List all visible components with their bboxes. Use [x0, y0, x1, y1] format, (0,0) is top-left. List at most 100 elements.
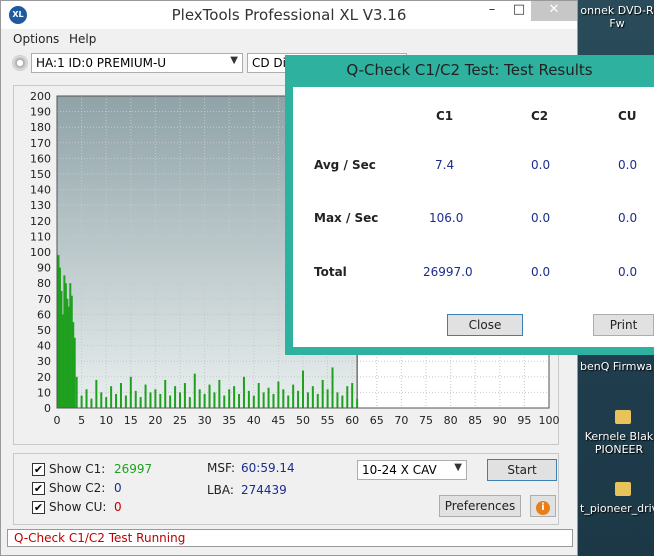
- start-button[interactable]: Start: [487, 459, 557, 481]
- y-tick-label: 150: [30, 168, 51, 181]
- c1-bar: [85, 389, 88, 408]
- desktop-item-dvd-fw[interactable]: onnek DVD-R Fw: [580, 4, 654, 30]
- y-tick-label: 120: [30, 215, 51, 228]
- close-window-button[interactable]: ✕: [531, 1, 577, 21]
- c1-bar: [75, 376, 78, 408]
- c1-bar: [272, 393, 275, 408]
- x-tick-label: 40: [247, 414, 261, 427]
- info-icon: i: [536, 501, 550, 515]
- c1-bar: [124, 395, 127, 408]
- avg-cu-value: 0.0: [618, 158, 638, 172]
- lba-value: 274439: [241, 483, 287, 497]
- y-tick-label: 180: [30, 121, 51, 134]
- dialog-title[interactable]: Q-Check C1/C2 Test: Test Results: [285, 61, 654, 79]
- c1-bar: [80, 395, 83, 408]
- c1-bar: [95, 379, 98, 408]
- c1-bar: [188, 397, 191, 408]
- x-tick-label: 60: [345, 414, 359, 427]
- c1-bar: [238, 393, 241, 408]
- header-c1: C1: [436, 109, 454, 123]
- menu-help[interactable]: Help: [69, 32, 96, 46]
- c1-bar: [277, 381, 280, 408]
- c1-bar: [336, 392, 339, 408]
- info-button[interactable]: i: [530, 495, 556, 517]
- x-tick-label: 35: [222, 414, 236, 427]
- x-tick-label: 70: [394, 414, 408, 427]
- c1-bar: [223, 395, 226, 408]
- c1-bar: [129, 376, 132, 408]
- c1-bar: [198, 389, 201, 408]
- c1-bar: [90, 398, 93, 408]
- print-button[interactable]: Print: [593, 314, 654, 336]
- c1-bar: [351, 383, 354, 408]
- y-tick-label: 50: [37, 324, 51, 337]
- y-tick-label: 10: [37, 386, 51, 399]
- y-tick-label: 40: [37, 340, 51, 353]
- y-tick-label: 200: [30, 90, 51, 103]
- y-tick-label: 0: [44, 402, 51, 415]
- x-tick-label: 30: [198, 414, 212, 427]
- c1-bar: [134, 390, 137, 408]
- c1-bar: [326, 389, 329, 408]
- c1-bar: [174, 386, 177, 408]
- c1-bar: [110, 386, 113, 408]
- x-tick-label: 85: [468, 414, 482, 427]
- folder-icon: [615, 410, 631, 424]
- c1-bar: [73, 337, 76, 408]
- c1-bar: [242, 376, 245, 408]
- desktop-item-kernele[interactable]: Kernele Blak PIONEER: [584, 430, 654, 456]
- c1-bar: [282, 389, 285, 408]
- lba-label: LBA:: [207, 483, 234, 497]
- show-c1-checkbox[interactable]: ✔: [32, 463, 45, 476]
- c1-bar: [139, 397, 142, 408]
- c1-bar: [252, 395, 255, 408]
- preferences-button[interactable]: Preferences: [439, 495, 521, 517]
- total-cu-value: 0.0: [618, 265, 638, 279]
- show-cu-label: Show CU:: [49, 500, 107, 514]
- c1-bar: [100, 392, 103, 408]
- test-results-dialog: Q-Check C1/C2 Test: Test Results C1 C2 C…: [285, 55, 654, 355]
- show-c1-label: Show C1:: [49, 462, 106, 476]
- y-tick-label: 190: [30, 106, 51, 119]
- c1-bar: [169, 395, 172, 408]
- desktop-item-pioneer-driver[interactable]: t_pioneer_driv: [580, 502, 654, 515]
- speed-select[interactable]: 10-24 X CAV ▼: [357, 460, 467, 480]
- y-tick-label: 20: [37, 371, 51, 384]
- x-tick-label: 0: [54, 414, 61, 427]
- chevron-down-icon: ▼: [454, 462, 462, 473]
- close-button[interactable]: Close: [447, 314, 523, 336]
- status-text: Q-Check C1/C2 Test Running: [14, 531, 186, 545]
- total-c2-value: 0.0: [531, 265, 551, 279]
- drive-select[interactable]: HA:1 ID:0 PREMIUM-U ▼: [31, 53, 243, 73]
- c1-bar: [356, 398, 359, 408]
- x-tick-label: 10: [99, 414, 113, 427]
- y-tick-label: 130: [30, 199, 51, 212]
- desktop-item-benq[interactable]: benQ Firmwa: [580, 360, 652, 373]
- x-tick-label: 45: [271, 414, 285, 427]
- maximize-button[interactable]: □: [504, 1, 534, 21]
- c1-bar: [154, 389, 157, 408]
- c1-bar: [159, 393, 162, 408]
- c1-bar: [341, 395, 344, 408]
- show-cu-checkbox[interactable]: ✔: [32, 501, 45, 514]
- minimize-button[interactable]: –: [477, 1, 507, 21]
- c1-bar: [331, 367, 334, 408]
- menu-options[interactable]: Options: [13, 32, 59, 46]
- c1-bar: [316, 393, 319, 408]
- c1-bar: [257, 383, 260, 408]
- c1-bar: [262, 392, 265, 408]
- x-tick-label: 90: [493, 414, 507, 427]
- c2-count: 0: [114, 481, 122, 495]
- msf-label: MSF:: [207, 461, 235, 475]
- chevron-down-icon: ▼: [230, 55, 238, 66]
- max-c2-value: 0.0: [531, 211, 551, 225]
- show-c2-checkbox[interactable]: ✔: [32, 482, 45, 495]
- c1-bar: [228, 389, 231, 408]
- c1-bar: [119, 383, 122, 408]
- x-tick-label: 5: [78, 414, 85, 427]
- y-tick-label: 160: [30, 152, 51, 165]
- c1-bar: [208, 384, 211, 408]
- disc-drive-icon: [12, 55, 28, 71]
- c1-bar: [247, 390, 250, 408]
- title-bar[interactable]: XL PlexTools Professional XL V3.16 – □ ✕: [1, 1, 577, 29]
